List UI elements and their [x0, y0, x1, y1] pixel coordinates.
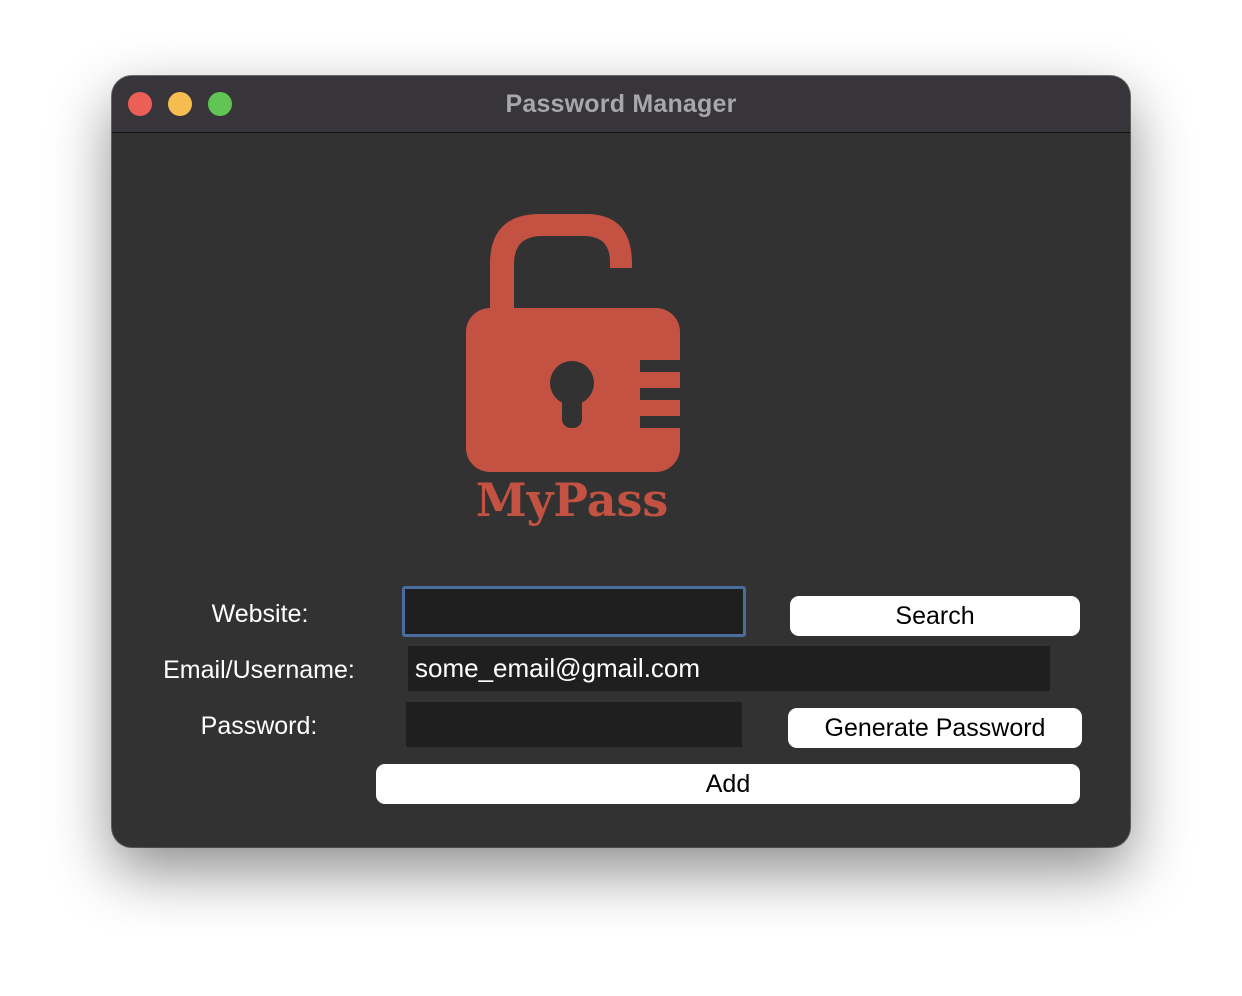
- generate-password-button[interactable]: Generate Password: [788, 708, 1082, 748]
- window-title: Password Manager: [505, 90, 737, 118]
- password-input[interactable]: [406, 702, 742, 747]
- title-bar[interactable]: Password Manager: [112, 76, 1130, 133]
- add-button[interactable]: Add: [376, 764, 1080, 804]
- email-input[interactable]: some_email@gmail.com: [408, 646, 1050, 691]
- password-label: Password:: [200, 712, 318, 740]
- app-window: Password Manager MyPass Website: Search …: [112, 76, 1130, 847]
- open-padlock-icon: MyPass: [466, 214, 682, 527]
- website-label: Website:: [211, 600, 309, 628]
- logo-text: MyPass: [476, 473, 669, 527]
- email-label: Email/Username:: [163, 656, 355, 684]
- website-input[interactable]: [402, 586, 746, 637]
- search-button[interactable]: Search: [790, 596, 1080, 636]
- mypass-logo: MyPass: [462, 210, 682, 532]
